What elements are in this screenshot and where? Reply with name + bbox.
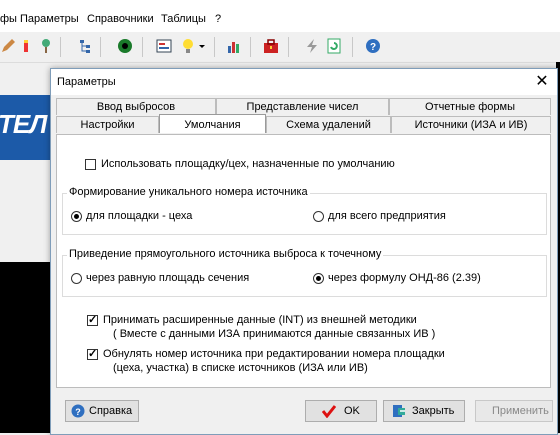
dialog-title: Параметры bbox=[57, 76, 116, 88]
tab-settings[interactable]: Настройки bbox=[56, 116, 159, 133]
reset-number-note: (цеха, участка) в списке источников (ИЗА… bbox=[113, 362, 368, 374]
tab-report-forms[interactable]: Отчетные формы bbox=[389, 98, 551, 115]
close-button[interactable]: Закрыть bbox=[383, 400, 465, 422]
pencil-icon[interactable] bbox=[0, 38, 16, 54]
menu-item-tables[interactable]: Таблицы bbox=[161, 13, 206, 25]
menu-item-help[interactable]: ? bbox=[215, 13, 221, 25]
lightbulb-icon[interactable] bbox=[180, 38, 196, 54]
help-button[interactable]: ? Справка bbox=[65, 400, 139, 422]
close-icon[interactable]: ✕ bbox=[533, 73, 551, 91]
door-exit-icon bbox=[393, 405, 405, 417]
lightning-icon[interactable] bbox=[304, 38, 320, 54]
background-area bbox=[0, 262, 56, 433]
svg-text:?: ? bbox=[75, 407, 81, 417]
menu-item-references[interactable]: Справочники bbox=[87, 13, 154, 25]
numbering-enterprise-label: для всего предприятия bbox=[328, 210, 446, 222]
bar-chart-icon[interactable] bbox=[226, 38, 242, 54]
close-button-label: Закрыть bbox=[412, 405, 455, 417]
background-logo-panel: ТЕЛ bbox=[0, 95, 56, 160]
rect-source-group: Приведение прямоугольного источника выбр… bbox=[62, 248, 547, 297]
marker-icon[interactable] bbox=[18, 38, 34, 54]
checkmark-icon bbox=[322, 405, 336, 418]
menu-item-files[interactable]: фы bbox=[0, 13, 17, 25]
tab-number-format[interactable]: Представление чисел bbox=[216, 98, 389, 115]
rect-area-label: через равную площадь сечения bbox=[86, 272, 250, 284]
tab-sources[interactable]: Источники (ИЗА и ИВ) bbox=[391, 116, 551, 133]
tab-emission-input[interactable]: Ввод выбросов bbox=[56, 98, 216, 115]
svg-text:?: ? bbox=[370, 42, 376, 53]
tab-removal-scheme[interactable]: Схема удалений bbox=[266, 116, 391, 133]
ok-button-label: OK bbox=[344, 405, 360, 417]
help-icon: ? bbox=[71, 404, 85, 418]
help-icon[interactable]: ? bbox=[365, 38, 381, 54]
numbering-site-radio[interactable] bbox=[71, 211, 82, 222]
numbering-group: Формирование уникального номера источник… bbox=[62, 186, 547, 235]
tree-icon[interactable] bbox=[38, 38, 54, 54]
numbering-site-label: для площадки - цеха bbox=[86, 210, 193, 222]
rect-formula-radio[interactable] bbox=[313, 273, 324, 284]
accept-int-checkbox[interactable] bbox=[87, 313, 98, 326]
apply-button-label: Применить bbox=[492, 405, 549, 417]
numbering-enterprise-radio[interactable] bbox=[313, 211, 324, 222]
rect-formula-label: через формулу ОНД-86 (2.39) bbox=[328, 272, 481, 284]
apply-button[interactable]: Применить bbox=[475, 400, 553, 422]
use-default-site-checkbox[interactable] bbox=[85, 159, 96, 170]
menu-item-parameters[interactable]: Параметры bbox=[20, 13, 79, 25]
defaults-panel: Использовать площадку/цех, назначенные п… bbox=[56, 134, 551, 388]
background-logo-text: ТЕЛ bbox=[0, 109, 47, 139]
toolbox-icon[interactable] bbox=[263, 38, 279, 54]
accept-int-note: ( Вместе с данными ИЗА принимаются данны… bbox=[113, 328, 436, 340]
rect-area-radio[interactable] bbox=[71, 273, 82, 284]
ok-button[interactable]: OK bbox=[305, 400, 377, 422]
hierarchy-icon[interactable] bbox=[78, 38, 94, 54]
use-default-site-label: Использовать площадку/цех, назначенные п… bbox=[101, 158, 395, 170]
reset-number-label: Обнулять номер источника при редактирова… bbox=[103, 348, 445, 360]
toolbar: ? bbox=[0, 32, 560, 63]
numbering-group-title: Формирование уникального номера источник… bbox=[67, 186, 310, 198]
reset-number-checkbox[interactable] bbox=[87, 347, 98, 360]
menu-bar: фы Параметры Справочники Таблицы ? bbox=[0, 0, 560, 32]
parameters-dialog: Параметры ✕ Ввод выбросов Представление … bbox=[50, 68, 558, 435]
tab-defaults[interactable]: Умолчания bbox=[159, 114, 266, 133]
accept-int-label: Принимать расширенные данные (INT) из вн… bbox=[103, 314, 417, 326]
help-button-label: Справка bbox=[89, 405, 133, 417]
dropdown-arrow-icon[interactable] bbox=[198, 38, 206, 54]
shield-icon[interactable] bbox=[117, 38, 133, 54]
dialog-titlebar: Параметры ✕ bbox=[51, 69, 557, 95]
form-icon[interactable] bbox=[156, 38, 172, 54]
refresh-icon[interactable] bbox=[326, 38, 342, 54]
rect-source-group-title: Приведение прямоугольного источника выбр… bbox=[67, 248, 384, 260]
